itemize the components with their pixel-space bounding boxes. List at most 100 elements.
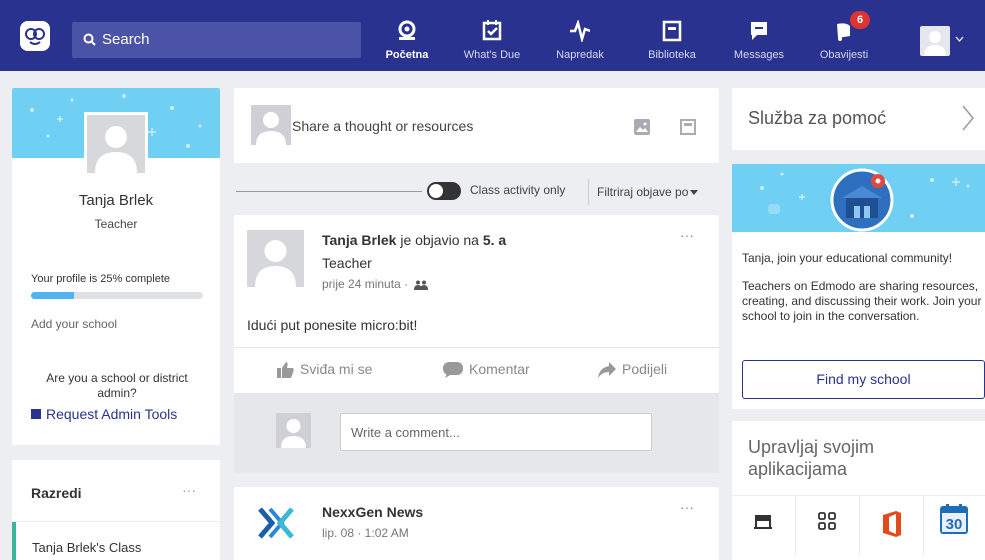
promo-headline: Tanja, join your educational community! — [742, 251, 953, 265]
grid-icon — [818, 512, 836, 530]
nav-item-whats-due[interactable]: What's Due — [457, 0, 527, 71]
promo-body: Teachers on Edmodo are sharing resources… — [742, 279, 982, 323]
profile-avatar[interactable] — [84, 112, 148, 176]
nexxgen-logo-icon[interactable] — [256, 505, 296, 541]
nav-item-label: Messages — [733, 49, 785, 61]
store-icon — [754, 515, 772, 529]
app-grid-button[interactable] — [796, 496, 860, 556]
classes-title: Razredi — [31, 485, 82, 501]
comment-placeholder: Write a comment... — [351, 425, 460, 440]
news-more-icon[interactable]: ··· — [680, 499, 694, 515]
feed-post-news: NexxGen News lip. 08 · 1:02 AM ··· — [234, 487, 719, 560]
profile-completion-text: Your profile is 25% complete — [31, 273, 171, 285]
post-author-role: Teacher — [322, 255, 372, 271]
school-banner — [732, 164, 985, 232]
classes-card: Razredi ··· Tanja Brlek's Class — [12, 460, 220, 560]
composer-placeholder[interactable]: Share a thought or resources — [292, 118, 473, 134]
nav-item-progress[interactable]: Napredak — [547, 0, 613, 71]
chevron-right-icon — [962, 105, 974, 131]
filter-separator — [588, 179, 589, 205]
pulse-icon — [570, 20, 590, 42]
user-silhouette-icon — [255, 240, 296, 287]
user-avatar[interactable] — [920, 26, 950, 56]
profile-completion-fill — [31, 292, 74, 299]
home-icon — [398, 20, 416, 40]
apps-title: Upravljaj svojim aplikacijama — [748, 437, 875, 479]
find-my-school-button[interactable]: Find my school — [742, 360, 985, 399]
user-silhouette-icon — [281, 419, 306, 448]
nav-item-library[interactable]: Biblioteka — [637, 0, 707, 71]
profile-name[interactable]: Tanja Brlek — [12, 192, 220, 209]
share-label: Podijeli — [622, 361, 668, 377]
post-header: Tanja Brlek je objavio na 5. a — [322, 232, 506, 248]
nav-item-messages[interactable]: Messages — [727, 0, 791, 71]
comment-input[interactable]: Write a comment... — [340, 413, 652, 451]
post-author-avatar[interactable] — [247, 230, 304, 287]
audience-icon — [414, 280, 429, 290]
post-time[interactable]: prije 24 minuta — [322, 277, 401, 291]
post-target-class[interactable]: 5. a — [483, 232, 506, 248]
post-body: Idući put ponesite micro:bit! — [247, 317, 418, 333]
calendar-check-icon — [482, 20, 502, 41]
filter-divider — [236, 191, 422, 192]
comment-label: Komentar — [469, 361, 530, 377]
office-icon — [883, 511, 901, 537]
image-icon[interactable] — [634, 119, 650, 135]
library-icon — [662, 20, 682, 42]
admin-square-icon — [31, 409, 41, 419]
class-activity-toggle[interactable] — [427, 182, 461, 200]
classes-more-icon[interactable]: ··· — [182, 482, 196, 498]
help-desk-card[interactable]: Služba za pomoć — [732, 88, 985, 150]
comment-section: Write a comment... — [234, 393, 719, 473]
request-admin-label: Request Admin Tools — [46, 406, 178, 422]
profile-role: Teacher — [94, 217, 138, 231]
user-silhouette-icon — [256, 112, 286, 145]
notification-badge: 6 — [850, 11, 870, 29]
class-list-item[interactable]: Tanja Brlek's Class — [12, 522, 220, 560]
calendar-30-icon: 30 — [940, 504, 968, 534]
office-app-button[interactable] — [860, 496, 924, 556]
post-author[interactable]: Tanja Brlek — [322, 232, 396, 248]
search-icon — [83, 33, 96, 46]
calendar-app-button[interactable]: 30 — [924, 496, 985, 556]
divider — [234, 347, 719, 348]
profile-completion-bar — [31, 292, 203, 299]
comment-icon — [443, 362, 463, 379]
post-composer[interactable]: Share a thought or resources — [234, 88, 719, 163]
comment-button[interactable]: Komentar — [443, 361, 530, 379]
nav-item-home[interactable]: Početna — [377, 0, 437, 71]
calendar-day-number: 30 — [946, 516, 963, 533]
library-icon[interactable] — [680, 119, 696, 135]
edmodo-logo-icon[interactable] — [20, 21, 50, 51]
nav-item-label: Biblioteka — [648, 49, 696, 61]
profile-card: Tanja Brlek Teacher Your profile is 25% … — [12, 88, 220, 445]
like-button[interactable]: Sviđa mi se — [277, 361, 372, 379]
toggle-knob — [429, 184, 443, 198]
nav-item-label: Obavijesti — [819, 49, 869, 61]
post-meta: prije 24 minuta · — [322, 277, 429, 291]
composer-avatar — [251, 105, 291, 145]
add-school-link[interactable]: Add your school — [31, 317, 117, 331]
nav-item-notifications[interactable]: Obavijesti — [812, 0, 876, 71]
filter-posts-dropdown[interactable]: Filtriraj objave po — [597, 185, 699, 199]
app-store-button[interactable] — [732, 496, 796, 556]
news-title[interactable]: NexxGen News — [322, 504, 423, 520]
district-admin-question: Are you a school or district admin? — [46, 371, 188, 400]
meta-separator: · — [404, 277, 409, 291]
apps-card: Upravljaj svojim aplikacijama 30 — [732, 421, 985, 560]
school-illustration-icon — [760, 168, 970, 232]
post-more-icon[interactable]: ··· — [680, 227, 694, 243]
share-button[interactable]: Podijeli — [598, 361, 668, 379]
post-verb: je objavio na — [396, 232, 483, 248]
search-placeholder: Search — [102, 31, 150, 48]
class-activity-label: Class activity only — [470, 183, 566, 197]
news-date[interactable]: lip. 08 · 1:02 AM — [322, 526, 409, 540]
user-silhouette-icon — [95, 126, 137, 173]
message-icon — [751, 22, 767, 40]
chevron-down-icon[interactable] — [955, 34, 964, 45]
request-admin-tools-link[interactable]: Request Admin Tools — [31, 406, 177, 422]
feed-post: Tanja Brlek je objavio na 5. a Teacher p… — [234, 215, 719, 473]
nav-item-label: Napredak — [556, 49, 604, 61]
class-name: Tanja Brlek's Class — [32, 540, 142, 555]
search-input[interactable]: Search — [72, 22, 361, 58]
